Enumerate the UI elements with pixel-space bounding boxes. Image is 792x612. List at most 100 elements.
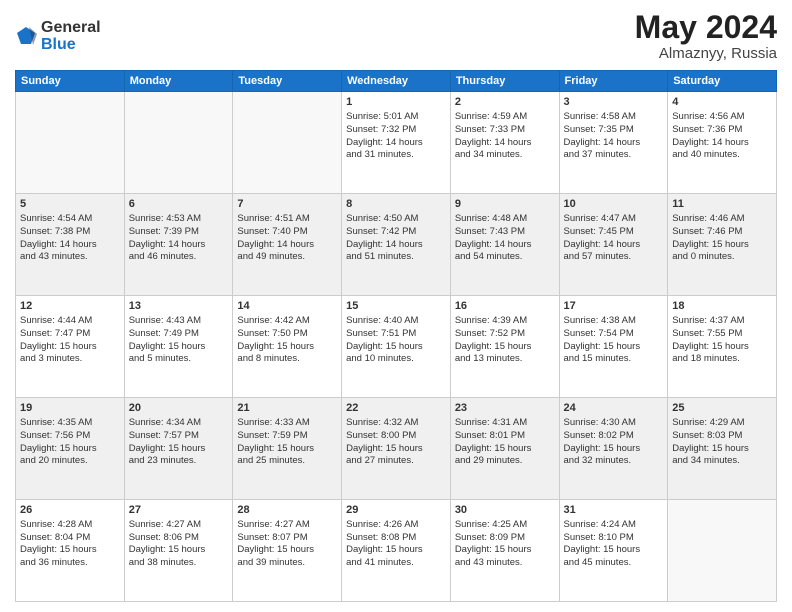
- cell-info-line: Sunset: 8:00 PM: [346, 430, 446, 443]
- cell-info-line: Daylight: 15 hours: [672, 239, 772, 252]
- cell-info-line: Daylight: 14 hours: [455, 239, 555, 252]
- cell-info-line: and 25 minutes.: [237, 455, 337, 468]
- cell-info-line: Sunset: 8:04 PM: [20, 532, 120, 545]
- calendar-cell: 11Sunrise: 4:46 AMSunset: 7:46 PMDayligh…: [668, 194, 777, 296]
- calendar-cell: 10Sunrise: 4:47 AMSunset: 7:45 PMDayligh…: [559, 194, 668, 296]
- day-number: 18: [672, 299, 772, 314]
- day-number: 15: [346, 299, 446, 314]
- table-row: 19Sunrise: 4:35 AMSunset: 7:56 PMDayligh…: [16, 398, 777, 500]
- cell-info-line: Daylight: 15 hours: [346, 341, 446, 354]
- cell-info-line: Daylight: 15 hours: [20, 544, 120, 557]
- col-saturday: Saturday: [668, 71, 777, 92]
- cell-info-line: Sunrise: 4:43 AM: [129, 315, 229, 328]
- cell-info-line: Sunset: 7:38 PM: [20, 226, 120, 239]
- cell-info-line: Sunset: 7:45 PM: [564, 226, 664, 239]
- calendar-cell: 24Sunrise: 4:30 AMSunset: 8:02 PMDayligh…: [559, 398, 668, 500]
- cell-info-line: Sunrise: 5:01 AM: [346, 111, 446, 124]
- day-number: 5: [20, 197, 120, 212]
- day-number: 19: [20, 401, 120, 416]
- cell-info-line: Sunset: 7:36 PM: [672, 124, 772, 137]
- cell-info-line: Daylight: 14 hours: [346, 239, 446, 252]
- calendar-cell: 28Sunrise: 4:27 AMSunset: 8:07 PMDayligh…: [233, 500, 342, 602]
- cell-info-line: Sunrise: 4:31 AM: [455, 417, 555, 430]
- cell-info-line: Daylight: 14 hours: [564, 137, 664, 150]
- cell-info-line: and 57 minutes.: [564, 251, 664, 264]
- col-monday: Monday: [124, 71, 233, 92]
- cell-info-line: Sunset: 8:07 PM: [237, 532, 337, 545]
- cell-info-line: Sunset: 7:40 PM: [237, 226, 337, 239]
- cell-info-line: Daylight: 15 hours: [672, 341, 772, 354]
- cell-info-line: Daylight: 15 hours: [455, 341, 555, 354]
- cell-info-line: Sunrise: 4:27 AM: [129, 519, 229, 532]
- cell-info-line: Sunrise: 4:40 AM: [346, 315, 446, 328]
- cell-info-line: Daylight: 14 hours: [672, 137, 772, 150]
- cell-info-line: and 51 minutes.: [346, 251, 446, 264]
- cell-info-line: Daylight: 14 hours: [237, 239, 337, 252]
- cell-info-line: Daylight: 15 hours: [564, 544, 664, 557]
- cell-info-line: Daylight: 15 hours: [237, 443, 337, 456]
- day-number: 22: [346, 401, 446, 416]
- calendar-cell: 7Sunrise: 4:51 AMSunset: 7:40 PMDaylight…: [233, 194, 342, 296]
- cell-info-line: Daylight: 15 hours: [455, 544, 555, 557]
- calendar-cell: 4Sunrise: 4:56 AMSunset: 7:36 PMDaylight…: [668, 92, 777, 194]
- cell-info-line: Sunrise: 4:44 AM: [20, 315, 120, 328]
- cell-info-line: Sunset: 7:35 PM: [564, 124, 664, 137]
- calendar-cell: 29Sunrise: 4:26 AMSunset: 8:08 PMDayligh…: [342, 500, 451, 602]
- calendar-table: Sunday Monday Tuesday Wednesday Thursday…: [15, 70, 777, 602]
- cell-info-line: Sunrise: 4:51 AM: [237, 213, 337, 226]
- cell-info-line: Sunrise: 4:35 AM: [20, 417, 120, 430]
- cell-info-line: Daylight: 14 hours: [20, 239, 120, 252]
- col-tuesday: Tuesday: [233, 71, 342, 92]
- cell-info-line: and 38 minutes.: [129, 557, 229, 570]
- cell-info-line: Sunset: 8:03 PM: [672, 430, 772, 443]
- cell-info-line: and 3 minutes.: [20, 353, 120, 366]
- cell-info-line: Sunrise: 4:33 AM: [237, 417, 337, 430]
- calendar-cell: [124, 92, 233, 194]
- cell-info-line: Sunset: 7:54 PM: [564, 328, 664, 341]
- cell-info-line: Daylight: 15 hours: [564, 341, 664, 354]
- cell-info-line: Daylight: 15 hours: [20, 443, 120, 456]
- calendar-cell: 22Sunrise: 4:32 AMSunset: 8:00 PMDayligh…: [342, 398, 451, 500]
- cell-info-line: and 43 minutes.: [20, 251, 120, 264]
- calendar-cell: 25Sunrise: 4:29 AMSunset: 8:03 PMDayligh…: [668, 398, 777, 500]
- col-wednesday: Wednesday: [342, 71, 451, 92]
- cell-info-line: Sunset: 8:08 PM: [346, 532, 446, 545]
- calendar-cell: 18Sunrise: 4:37 AMSunset: 7:55 PMDayligh…: [668, 296, 777, 398]
- calendar-cell: 16Sunrise: 4:39 AMSunset: 7:52 PMDayligh…: [450, 296, 559, 398]
- header: General Blue May 2024 Almaznyy, Russia: [15, 10, 777, 62]
- cell-info-line: Sunrise: 4:32 AM: [346, 417, 446, 430]
- calendar-cell: 23Sunrise: 4:31 AMSunset: 8:01 PMDayligh…: [450, 398, 559, 500]
- day-number: 16: [455, 299, 555, 314]
- cell-info-line: and 5 minutes.: [129, 353, 229, 366]
- table-row: 12Sunrise: 4:44 AMSunset: 7:47 PMDayligh…: [16, 296, 777, 398]
- calendar-cell: [668, 500, 777, 602]
- cell-info-line: and 32 minutes.: [564, 455, 664, 468]
- cell-info-line: Sunset: 7:50 PM: [237, 328, 337, 341]
- cell-info-line: Sunset: 7:33 PM: [455, 124, 555, 137]
- day-number: 20: [129, 401, 229, 416]
- cell-info-line: and 40 minutes.: [672, 149, 772, 162]
- cell-info-line: Sunrise: 4:42 AM: [237, 315, 337, 328]
- calendar-cell: 3Sunrise: 4:58 AMSunset: 7:35 PMDaylight…: [559, 92, 668, 194]
- calendar-cell: 30Sunrise: 4:25 AMSunset: 8:09 PMDayligh…: [450, 500, 559, 602]
- logo-general-text: General: [41, 19, 101, 37]
- cell-info-line: Daylight: 14 hours: [455, 137, 555, 150]
- col-sunday: Sunday: [16, 71, 125, 92]
- cell-info-line: Sunset: 7:42 PM: [346, 226, 446, 239]
- day-number: 23: [455, 401, 555, 416]
- cell-info-line: Sunrise: 4:34 AM: [129, 417, 229, 430]
- cell-info-line: and 49 minutes.: [237, 251, 337, 264]
- table-row: 5Sunrise: 4:54 AMSunset: 7:38 PMDaylight…: [16, 194, 777, 296]
- calendar-cell: 21Sunrise: 4:33 AMSunset: 7:59 PMDayligh…: [233, 398, 342, 500]
- cell-info-line: Daylight: 14 hours: [564, 239, 664, 252]
- cell-info-line: Sunrise: 4:50 AM: [346, 213, 446, 226]
- cell-info-line: Daylight: 15 hours: [672, 443, 772, 456]
- cell-info-line: Sunrise: 4:28 AM: [20, 519, 120, 532]
- calendar-cell: 26Sunrise: 4:28 AMSunset: 8:04 PMDayligh…: [16, 500, 125, 602]
- cell-info-line: Daylight: 15 hours: [564, 443, 664, 456]
- cell-info-line: Daylight: 15 hours: [129, 443, 229, 456]
- calendar-cell: 17Sunrise: 4:38 AMSunset: 7:54 PMDayligh…: [559, 296, 668, 398]
- cell-info-line: and 41 minutes.: [346, 557, 446, 570]
- cell-info-line: Sunrise: 4:30 AM: [564, 417, 664, 430]
- cell-info-line: Sunrise: 4:38 AM: [564, 315, 664, 328]
